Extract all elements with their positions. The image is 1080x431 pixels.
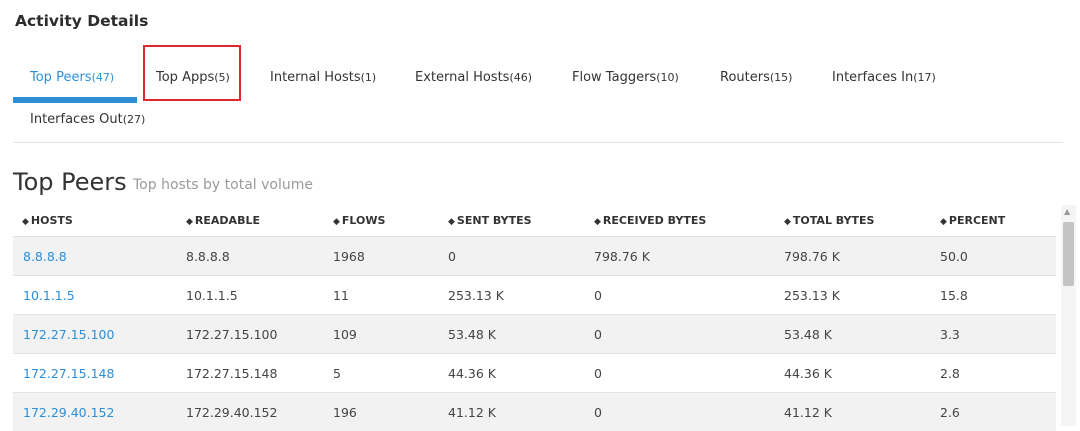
host-link[interactable]: 172.29.40.152	[23, 405, 114, 420]
table-row: 8.8.8.8 8.8.8.8 1968 0 798.76 K 798.76 K…	[13, 236, 1056, 275]
sort-icon: ◆	[784, 217, 791, 227]
percent-cell: 3.3	[940, 327, 960, 342]
tab-count: (47)	[91, 71, 115, 84]
table-row: 10.1.1.5 10.1.1.5 11 253.13 K 0 253.13 K…	[13, 275, 1056, 314]
table-row: 172.29.40.152 172.29.40.152 196 41.12 K …	[13, 392, 1056, 431]
received-bytes-cell: 0	[594, 405, 602, 420]
percent-cell: 2.8	[940, 366, 960, 381]
activity-details-heading: Activity Details	[15, 12, 149, 30]
tab-interfaces-out[interactable]: Interfaces Out(27)	[30, 112, 145, 127]
column-label: SENT BYTES	[456, 214, 532, 227]
tab-external-hosts[interactable]: External Hosts(46)	[415, 70, 532, 85]
host-link[interactable]: 8.8.8.8	[23, 249, 67, 264]
percent-cell: 15.8	[940, 288, 968, 303]
tab-label: Interfaces Out	[30, 112, 123, 127]
column-header-percent[interactable]: ◆ PERCENT	[940, 214, 1005, 227]
table-row: 172.27.15.100 172.27.15.100 109 53.48 K …	[13, 314, 1056, 353]
total-bytes-cell: 44.36 K	[784, 366, 832, 381]
received-bytes-cell: 0	[594, 366, 602, 381]
sent-bytes-cell: 53.48 K	[448, 327, 496, 342]
sort-icon: ◆	[22, 217, 29, 227]
readable-cell: 172.27.15.100	[186, 327, 278, 342]
total-bytes-cell: 41.12 K	[784, 405, 832, 420]
sort-icon: ◆	[448, 217, 455, 227]
tab-top-peers[interactable]: Top Peers(47)	[30, 70, 114, 85]
table-row: 172.27.15.148 172.27.15.148 5 44.36 K 0 …	[13, 353, 1056, 392]
column-header-readable[interactable]: ◆ READABLE	[186, 214, 260, 227]
tab-count: (46)	[509, 71, 533, 84]
readable-cell: 172.29.40.152	[186, 405, 278, 420]
flows-cell: 109	[333, 327, 357, 342]
column-label: FLOWS	[341, 214, 386, 227]
table-subtitle: Top hosts by total volume	[133, 177, 313, 193]
column-header-received-bytes[interactable]: ◆ RECEIVED BYTES	[594, 214, 706, 227]
tab-count: (15)	[769, 71, 793, 84]
host-link[interactable]: 10.1.1.5	[23, 288, 75, 303]
column-label: PERCENT	[948, 214, 1006, 227]
readable-cell: 172.27.15.148	[186, 366, 278, 381]
flows-cell: 5	[333, 366, 341, 381]
received-bytes-cell: 0	[594, 288, 602, 303]
readable-cell: 10.1.1.5	[186, 288, 238, 303]
highlight-box	[143, 45, 241, 101]
sent-bytes-cell: 0	[448, 249, 456, 264]
tab-label: Flow Taggers	[572, 70, 657, 85]
tab-count: (17)	[913, 71, 936, 84]
column-label: READABLE	[194, 214, 260, 227]
table-title: Top Peers	[13, 168, 127, 196]
host-link[interactable]: 172.27.15.100	[23, 327, 114, 342]
tab-count: (27)	[122, 113, 146, 126]
column-header-hosts[interactable]: ◆ HOSTS	[22, 214, 73, 227]
received-bytes-cell: 798.76 K	[594, 249, 650, 264]
flows-cell: 1968	[333, 249, 365, 264]
readable-cell: 8.8.8.8	[186, 249, 230, 264]
host-link[interactable]: 172.27.15.148	[23, 366, 114, 381]
tab-interfaces-in[interactable]: Interfaces In(17)	[832, 70, 936, 85]
tab-routers[interactable]: Routers(15)	[720, 70, 792, 85]
tab-count: (1)	[360, 71, 377, 84]
sent-bytes-cell: 44.36 K	[448, 366, 496, 381]
received-bytes-cell: 0	[594, 327, 602, 342]
sort-icon: ◆	[186, 217, 193, 227]
sort-icon: ◆	[333, 217, 340, 227]
scrollbar-thumb[interactable]	[1063, 222, 1074, 286]
tab-count: (10)	[656, 71, 679, 84]
column-label: HOSTS	[30, 214, 73, 227]
sent-bytes-cell: 253.13 K	[448, 288, 504, 303]
tab-label: Internal Hosts	[270, 70, 361, 85]
column-header-flows[interactable]: ◆ FLOWS	[333, 214, 385, 227]
total-bytes-cell: 53.48 K	[784, 327, 832, 342]
tab-label: Top Peers	[30, 70, 92, 85]
tab-label: Routers	[720, 70, 770, 85]
flows-cell: 11	[333, 288, 349, 303]
sort-icon: ◆	[594, 217, 601, 227]
total-bytes-cell: 798.76 K	[784, 249, 840, 264]
total-bytes-cell: 253.13 K	[784, 288, 840, 303]
tabs-divider	[13, 142, 1063, 143]
column-label: RECEIVED BYTES	[602, 214, 707, 227]
tab-label: External Hosts	[415, 70, 510, 85]
column-header-total-bytes[interactable]: ◆ TOTAL BYTES	[784, 214, 874, 227]
percent-cell: 50.0	[940, 249, 968, 264]
flows-cell: 196	[333, 405, 357, 420]
sent-bytes-cell: 41.12 K	[448, 405, 496, 420]
tab-flow-taggers[interactable]: Flow Taggers(10)	[572, 70, 679, 85]
tab-label: Interfaces In	[832, 70, 914, 85]
scroll-up-arrow-icon[interactable]: ▲	[1064, 207, 1070, 216]
column-label: TOTAL BYTES	[792, 214, 875, 227]
active-tab-indicator	[13, 97, 137, 103]
percent-cell: 2.6	[940, 405, 960, 420]
column-header-sent-bytes[interactable]: ◆ SENT BYTES	[448, 214, 532, 227]
sort-icon: ◆	[940, 217, 947, 227]
tab-internal-hosts[interactable]: Internal Hosts(1)	[270, 70, 376, 85]
